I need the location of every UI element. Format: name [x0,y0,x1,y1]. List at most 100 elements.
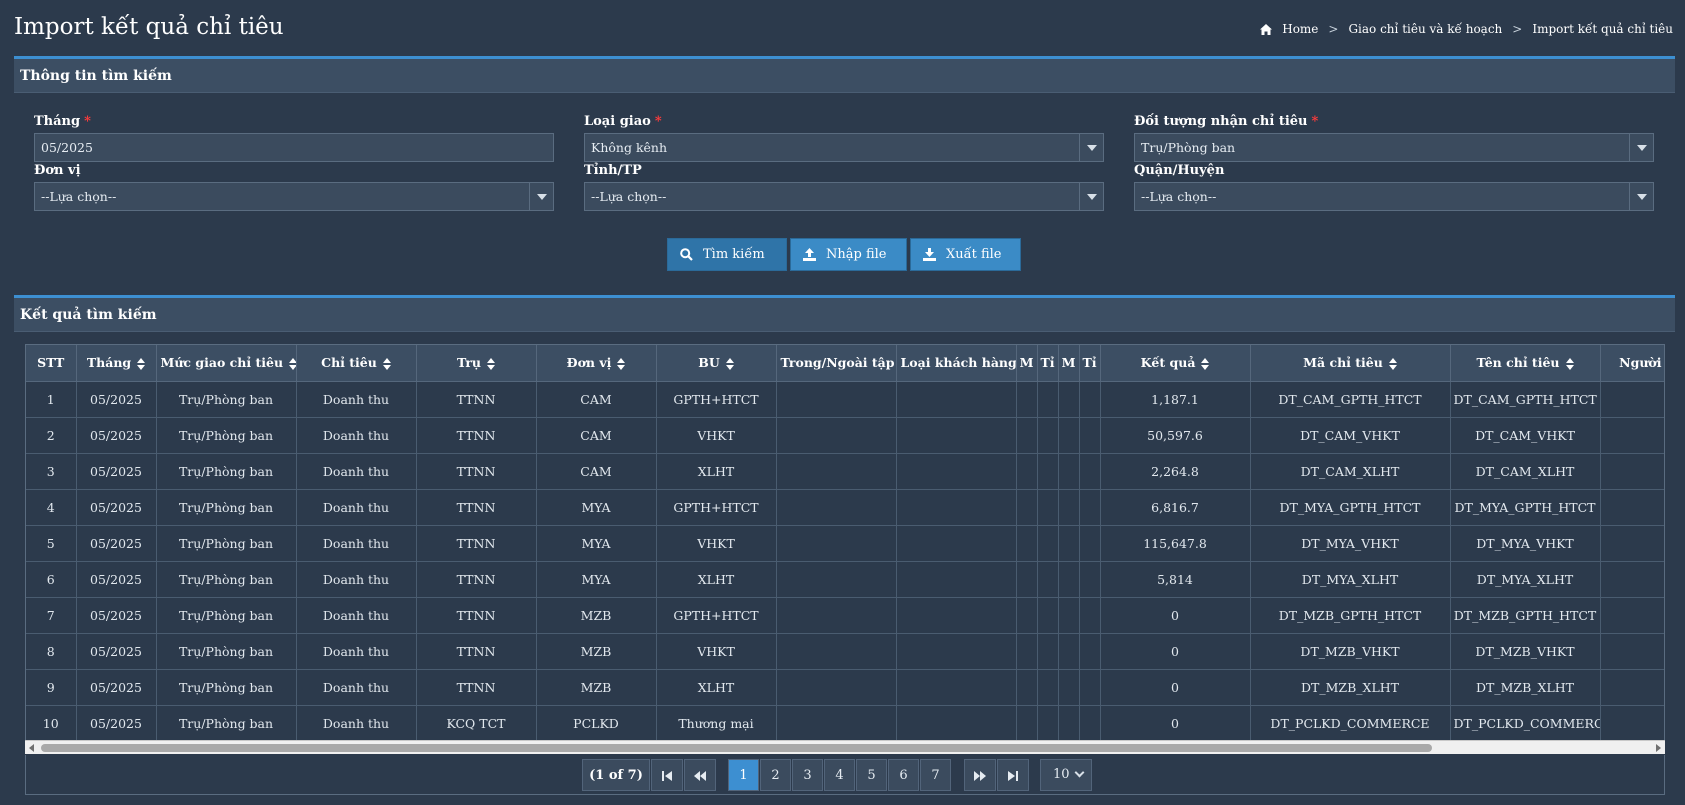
column-header-ten-chi-tieu[interactable]: Tên chỉ tiêu [1450,345,1601,382]
chevron-down-icon[interactable] [1079,134,1103,161]
table-cell [776,633,897,670]
column-header-m2[interactable]: M [1058,345,1080,382]
column-header-chi-tieu[interactable]: Chỉ tiêu [296,345,417,382]
district-label: Quận/Huyện [1134,163,1225,178]
sort-icon[interactable] [1201,357,1210,370]
import-file-button[interactable]: Nhập file [790,238,907,271]
table-cell [776,453,897,490]
table-cell [1079,705,1101,742]
page-button[interactable]: 1 [728,759,759,791]
column-header-m1[interactable]: M [1016,345,1038,382]
table-cell: DT_MYA_XLHT [1250,561,1451,598]
table-cell: TTNN [416,453,537,490]
table-cell: Trụ/Phòng ban [156,633,297,670]
table-cell [1600,489,1664,526]
first-page-button[interactable] [651,759,683,791]
page-button[interactable]: 6 [888,759,919,791]
sort-icon[interactable] [382,357,391,370]
table-row[interactable]: 3 05/2025 Trụ/Phòng ban Doanh thu TTNN CAM XLH… [26,453,1664,490]
table-cell: Thương mại [656,705,777,742]
column-header-t2[interactable]: Tỉ [1079,345,1101,382]
table-row[interactable]: 8 05/2025 Trụ/Phòng ban Doanh thu TTNN MZB VHK… [26,633,1664,670]
table-cell: Doanh thu [296,525,417,562]
column-header-don-vi[interactable]: Đơn vị [536,345,657,382]
chevron-down-icon[interactable] [1079,183,1103,210]
sort-icon[interactable] [487,357,496,370]
results-panel-title: Kết quả tìm kiếm [14,298,1675,332]
column-header-trong-ngoai[interactable]: Trong/Ngoài tập đ [776,345,897,382]
column-header-nguoi[interactable]: Người [1600,345,1664,382]
assign-type-select[interactable]: Không kênh [584,133,1104,162]
column-header-t1[interactable]: Tỉ [1037,345,1059,382]
table-cell: DT_MZB_VHKT [1450,633,1601,670]
table-cell: Trụ/Phòng ban [156,453,297,490]
scroll-right-icon[interactable] [1656,744,1661,752]
table-cell: GPTH+HTCT [656,381,777,418]
table-cell: Doanh thu [296,381,417,418]
table-row[interactable]: 1 05/2025 Trụ/Phòng ban Doanh thu TTNN CAM GPT… [26,381,1664,418]
table-cell: CAM [536,453,657,490]
column-header-ket-qua[interactable]: Kết quả [1100,345,1251,382]
breadcrumb-section[interactable]: Giao chỉ tiêu và kế hoạch [1348,22,1502,36]
sort-icon[interactable] [725,357,734,370]
sort-icon[interactable] [1388,357,1397,370]
table-row[interactable]: 9 05/2025 Trụ/Phòng ban Doanh thu TTNN MZB XLH… [26,669,1664,706]
page-button[interactable]: 3 [792,759,823,791]
table-cell: TTNN [416,525,537,562]
scroll-left-icon[interactable] [29,744,34,752]
page-size-select[interactable]: 10 [1040,759,1092,791]
column-header-stt[interactable]: STT [26,345,77,382]
chevron-down-icon[interactable] [1629,183,1653,210]
sort-icon[interactable] [289,357,295,370]
sort-icon[interactable] [617,357,626,370]
table-cell: DT_PCLKD_COMMERCE [1450,705,1601,742]
scrollbar-thumb[interactable] [41,744,1432,752]
table-cell: MZB [536,669,657,706]
column-header-ma-chi-tieu[interactable]: Mã chỉ tiêu [1250,345,1451,382]
table-cell: KCQ TCT [416,705,537,742]
search-button[interactable]: Tìm kiếm [667,238,787,271]
table-cell: Doanh thu [296,669,417,706]
table-cell [1016,597,1038,634]
page-button[interactable]: 2 [760,759,791,791]
table-cell [1016,453,1038,490]
last-page-button[interactable] [997,759,1029,791]
page-title: Import kết quả chỉ tiêu [14,14,284,40]
column-header-bu[interactable]: BU [656,345,777,382]
table-cell: TTNN [416,669,537,706]
horizontal-scrollbar[interactable] [25,740,1665,754]
month-input[interactable]: 05/2025 [34,133,554,162]
table-cell: Trụ/Phòng ban [156,669,297,706]
chevron-down-icon[interactable] [529,183,553,210]
breadcrumb-home[interactable]: Home [1282,22,1318,36]
prev-page-button[interactable] [684,759,716,791]
next-page-button[interactable] [964,759,996,791]
table-row[interactable]: 10 05/2025 Trụ/Phòng ban Doanh thu KCQ TCT PC… [26,705,1664,742]
sort-icon[interactable] [137,357,146,370]
column-header-muc-giao[interactable]: Mức giao chỉ tiêu [156,345,297,382]
province-select[interactable]: --Lựa chọn-- [584,182,1104,211]
table-row[interactable]: 5 05/2025 Trụ/Phòng ban Doanh thu TTNN MYA VHK… [26,525,1664,562]
export-file-button[interactable]: Xuất file [910,238,1021,271]
table-cell: 1 [26,381,77,418]
chevron-down-icon[interactable] [1629,134,1653,161]
column-header-loai-khach-hang[interactable]: Loại khách hàng [896,345,1017,382]
unit-select[interactable]: --Lựa chọn-- [34,182,554,211]
target-recipient-select[interactable]: Trụ/Phòng ban [1134,133,1654,162]
table-cell [1058,705,1080,742]
table-row[interactable]: 2 05/2025 Trụ/Phòng ban Doanh thu TTNN CAM VHK… [26,417,1664,454]
column-header-tru[interactable]: Trụ [416,345,537,382]
table-cell: 05/2025 [76,705,157,742]
table-cell: 05/2025 [76,597,157,634]
table-cell [1037,597,1059,634]
page-button[interactable]: 4 [824,759,855,791]
table-row[interactable]: 6 05/2025 Trụ/Phòng ban Doanh thu TTNN MYA XLH… [26,561,1664,598]
district-select[interactable]: --Lựa chọn-- [1134,182,1654,211]
column-header-thang[interactable]: Tháng [76,345,157,382]
table-cell [1079,381,1101,418]
sort-icon[interactable] [1565,357,1574,370]
page-button[interactable]: 5 [856,759,887,791]
page-button[interactable]: 7 [920,759,951,791]
table-row[interactable]: 7 05/2025 Trụ/Phòng ban Doanh thu TTNN MZB GPT… [26,597,1664,634]
table-row[interactable]: 4 05/2025 Trụ/Phòng ban Doanh thu TTNN MYA GPT… [26,489,1664,526]
